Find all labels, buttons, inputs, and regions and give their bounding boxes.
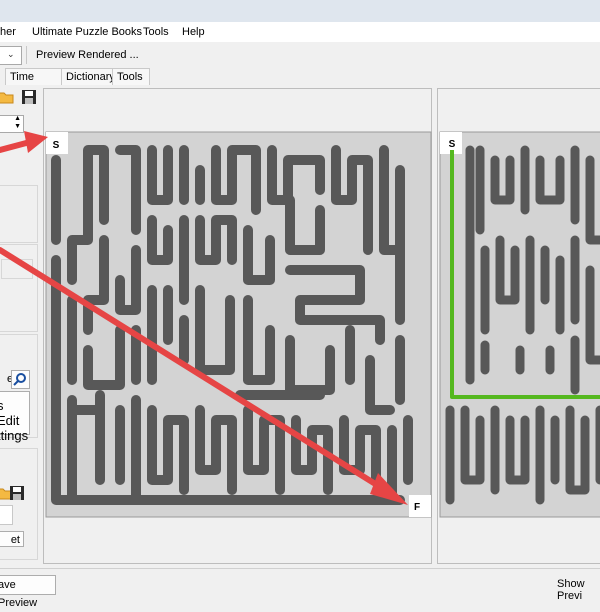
arrowhead-start-icon: [24, 131, 48, 153]
maze-start-label: S: [53, 140, 60, 151]
show-preview-label[interactable]: Show Previ: [557, 578, 600, 602]
maze-finish-label: F: [414, 502, 420, 513]
status-bar: ave Preview Show Previ: [0, 568, 600, 609]
arrow-to-start: [0, 139, 33, 153]
maze-canvas: S F S: [0, 131, 600, 518]
maze-puzzle: S F: [45, 131, 432, 518]
solution-start-label: S: [449, 139, 456, 150]
save-preview-button[interactable]: ave Preview: [0, 575, 56, 609]
solution-puzzle: S: [439, 131, 600, 518]
